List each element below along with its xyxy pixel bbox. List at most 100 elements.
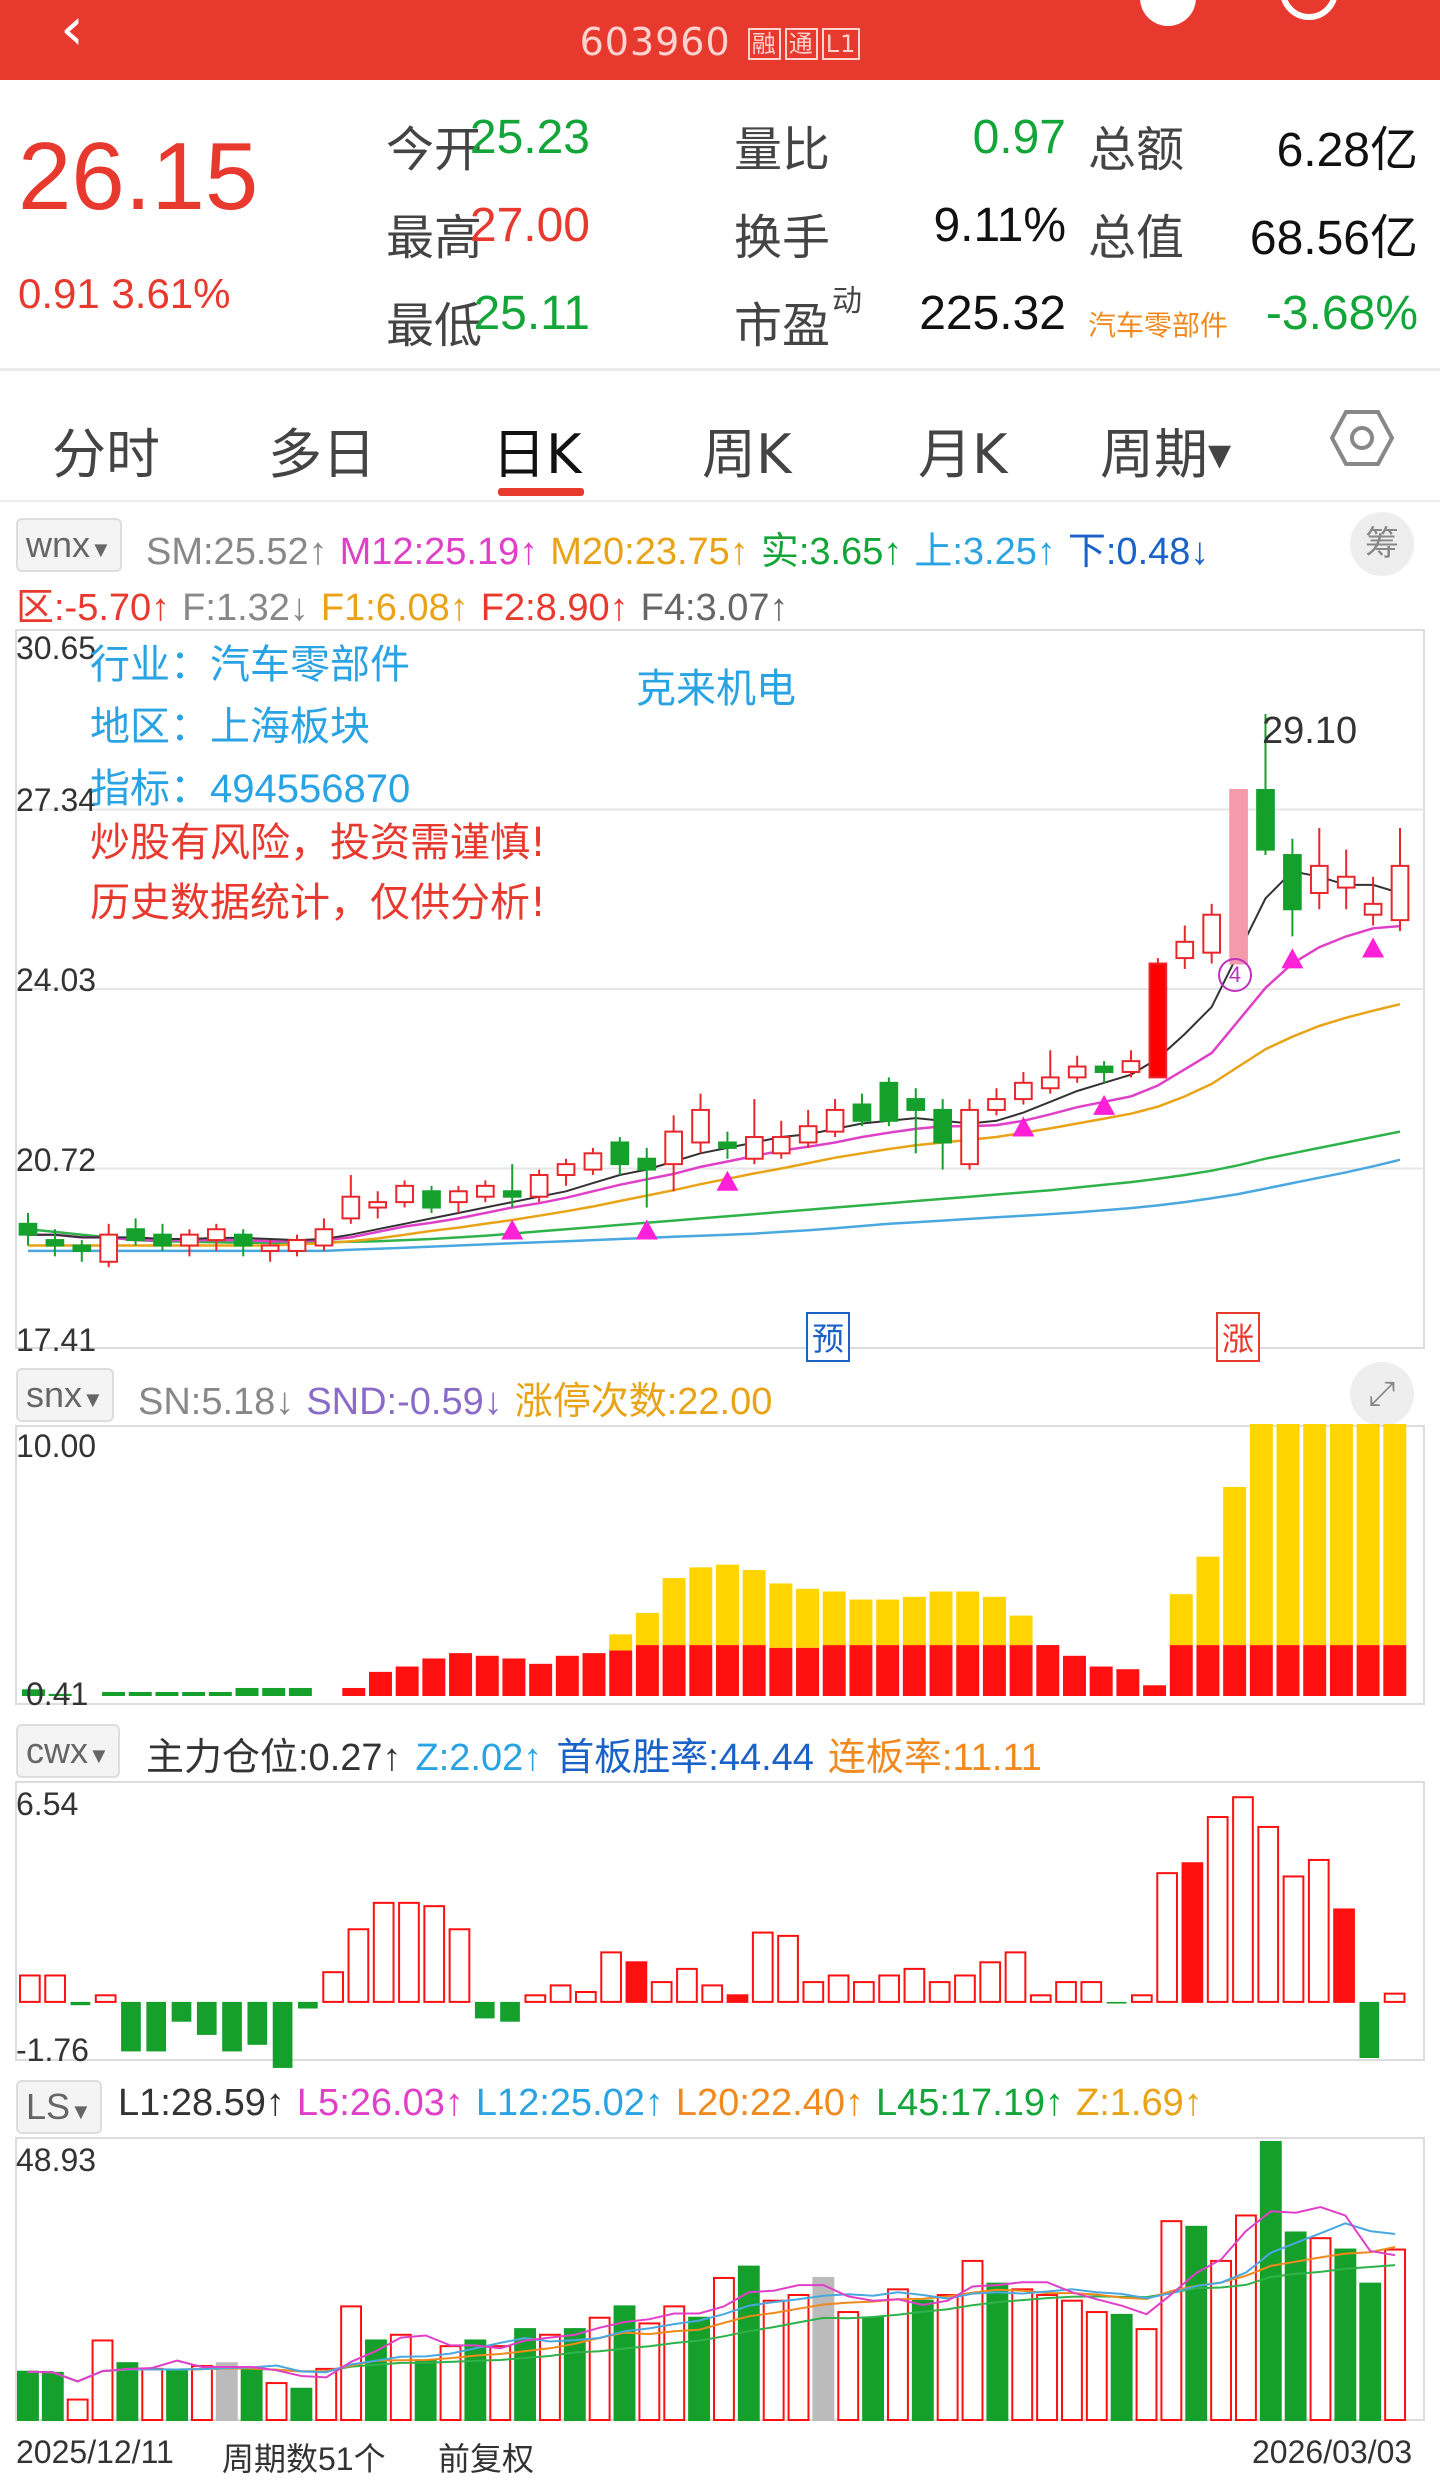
volume-bar bbox=[389, 2333, 412, 2421]
cwx-bar-pos bbox=[827, 1974, 850, 2003]
candle-body bbox=[72, 1244, 92, 1252]
limit-up-marker[interactable]: 涨 bbox=[1216, 1312, 1261, 1362]
cwx-bar-pos bbox=[1080, 1981, 1103, 2003]
limit-up-count-badge: 4 bbox=[1218, 958, 1252, 992]
quote-label: 市盈 bbox=[734, 300, 831, 353]
cwx-bar-pos bbox=[398, 1901, 420, 2003]
cwx-bar-pos bbox=[701, 1984, 724, 2003]
snx-bar-yellow bbox=[929, 1591, 953, 1646]
chip-distribution-button[interactable]: 筹 bbox=[1350, 512, 1414, 576]
tab-multiday[interactable]: 多日 bbox=[268, 410, 376, 489]
limit-up-count-chart[interactable] bbox=[0, 1424, 1440, 1714]
settings-icon[interactable] bbox=[1330, 406, 1394, 470]
indicator-selector-wnx[interactable]: wnx▼ bbox=[16, 518, 122, 572]
snx-bar-yellow bbox=[1223, 1486, 1247, 1646]
volume-bar bbox=[911, 2299, 934, 2421]
cwx-bar-pos bbox=[1156, 1872, 1178, 2003]
volume-bar bbox=[489, 2345, 512, 2422]
candle-body bbox=[153, 1233, 172, 1247]
adjust-mode[interactable]: 前复权 bbox=[438, 2434, 534, 2480]
indicator-name: snx bbox=[26, 1374, 83, 1415]
stock-code: 603960 融通 L1 bbox=[0, 20, 1440, 64]
tab-period-dropdown[interactable]: 周期▼ bbox=[1100, 410, 1231, 489]
candle-body bbox=[879, 1081, 899, 1122]
candle-body bbox=[825, 1108, 845, 1133]
ls-indicator-bar: LS▼ L1:28.59↑ L5:26.03↑ L12:25.02↑ L20:22.4… bbox=[0, 2074, 1440, 2134]
candle-body bbox=[126, 1228, 145, 1242]
snx-bar-red bbox=[1089, 1666, 1113, 1696]
candle-body bbox=[745, 1136, 764, 1160]
indicator-value: 首板胜率:44.44 bbox=[556, 1737, 814, 1779]
snx-bar-red bbox=[902, 1645, 926, 1696]
cwx-bar-pos bbox=[625, 1961, 648, 2003]
snx-bar-red bbox=[796, 1647, 820, 1696]
snx-bar-red bbox=[849, 1645, 873, 1696]
candle-body bbox=[99, 1233, 119, 1263]
cwx-bar-neg bbox=[474, 2001, 495, 2019]
indicator-value: SN:5.18↓ bbox=[138, 1381, 295, 1423]
snx-bar-red bbox=[1063, 1655, 1086, 1696]
snx-bar-red bbox=[635, 1645, 659, 1696]
forecast-marker[interactable]: 预 bbox=[806, 1312, 851, 1362]
search-icon[interactable] bbox=[1280, 0, 1338, 20]
cwx-bar-pos bbox=[650, 1981, 673, 2003]
volume-bar bbox=[787, 2294, 810, 2421]
candle-body bbox=[610, 1141, 630, 1166]
cwx-bar-neg bbox=[121, 2001, 141, 2052]
volume-chart[interactable] bbox=[0, 2136, 1440, 2426]
snx-bar-yellow bbox=[1303, 1424, 1327, 1646]
cwx-bar-pos bbox=[751, 1931, 774, 2003]
tab-daily-k[interactable]: 日K bbox=[492, 410, 581, 489]
snx-bar-red bbox=[1116, 1669, 1140, 1696]
cwx-bar-pos bbox=[19, 1974, 41, 2003]
tab-intraday[interactable]: 分时 bbox=[52, 410, 160, 489]
candle-body bbox=[933, 1108, 953, 1144]
snx-bar-red bbox=[369, 1671, 392, 1696]
expand-icon[interactable]: ⤢ bbox=[1350, 1362, 1414, 1426]
candle-body bbox=[260, 1244, 280, 1252]
period-count: 周期数51个 bbox=[222, 2441, 386, 2477]
indicator-selector-ls[interactable]: LS▼ bbox=[16, 2080, 102, 2134]
volume-bar bbox=[91, 2339, 114, 2421]
limit-up-arrow bbox=[501, 1219, 524, 1240]
candle-body bbox=[502, 1190, 522, 1198]
tab-weekly-k[interactable]: 周K bbox=[702, 410, 791, 489]
volume-bar bbox=[41, 2371, 64, 2421]
quote-value: 25.23 bbox=[469, 111, 590, 164]
snx-bar-red bbox=[1329, 1645, 1353, 1696]
connect-tag: 通 bbox=[784, 28, 818, 60]
change-pct: 3.61% bbox=[111, 270, 231, 317]
cwx-bar-pos bbox=[1333, 1908, 1355, 2003]
indicator-value: Z:2.02↑ bbox=[415, 1737, 543, 1779]
snx-bar-red bbox=[555, 1655, 579, 1696]
indicator-value: 区:-5.70↑ bbox=[16, 587, 171, 629]
indicator-selector-snx[interactable]: snx▼ bbox=[16, 1368, 114, 1422]
active-tab-underline bbox=[498, 488, 584, 496]
snx-bar-green bbox=[208, 1691, 232, 1696]
snx-bar-green bbox=[102, 1691, 126, 1696]
y-tick: 27.34 bbox=[16, 782, 97, 818]
indicator-value: 涨停次数:22.00 bbox=[514, 1381, 773, 1423]
volume-bar bbox=[1359, 2282, 1382, 2421]
quote-panel: 26.15 0.91 3.61% 今开 25.23 量比 0.97 总额 6.28亿 最高 2… bbox=[0, 80, 1440, 370]
y-tick: 10.00 bbox=[16, 1428, 97, 1464]
volume-bar bbox=[737, 2265, 760, 2421]
start-date: 2025/12/11 bbox=[16, 2434, 174, 2470]
main-position-chart[interactable] bbox=[0, 1780, 1440, 2070]
volume-bar bbox=[1011, 2288, 1034, 2421]
snx-bar-yellow bbox=[689, 1567, 713, 1646]
candle-body bbox=[1336, 875, 1356, 889]
indicator-value: 连板率:11.11 bbox=[827, 1737, 1042, 1779]
cwx-bar-pos bbox=[1232, 1796, 1254, 2003]
candle-body bbox=[906, 1098, 926, 1111]
snx-bar-red bbox=[1036, 1645, 1060, 1696]
snx-bar-green bbox=[155, 1691, 179, 1696]
snx-bar-red bbox=[716, 1645, 739, 1696]
candle-body bbox=[1014, 1081, 1033, 1101]
volume-bar bbox=[1185, 2225, 1208, 2421]
quote-value: 0.97 bbox=[972, 111, 1066, 164]
snx-indicator-bar: snx▼ SN:5.18↓ SND:-0.59↓ 涨停次数:22.00 ⤢ bbox=[0, 1362, 1440, 1426]
indicator-value: M20:23.75↑ bbox=[550, 531, 749, 573]
tab-monthly-k[interactable]: 月K bbox=[918, 410, 1007, 489]
indicator-selector-cwx[interactable]: cwx▼ bbox=[16, 1724, 120, 1778]
